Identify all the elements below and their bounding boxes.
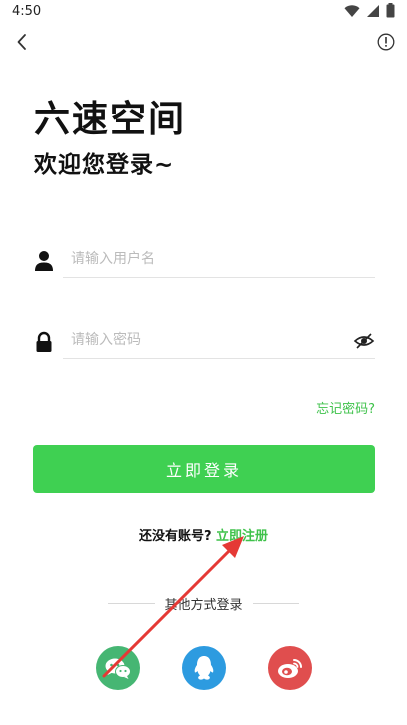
wechat-icon: [105, 658, 131, 679]
username-input[interactable]: [63, 241, 375, 277]
weibo-icon: [278, 659, 302, 678]
eye-off-icon[interactable]: [353, 330, 375, 352]
password-field: [34, 322, 375, 362]
login-button[interactable]: 立即登录: [33, 445, 375, 493]
battery-icon: [386, 3, 395, 18]
lock-icon: [36, 331, 52, 352]
user-icon: [35, 251, 53, 271]
status-icons: [344, 3, 395, 18]
register-prompt: 还没有账号?: [138, 529, 212, 544]
wifi-icon: [344, 4, 360, 17]
top-bar: [0, 24, 407, 60]
welcome-text: 欢迎您登录~: [34, 152, 175, 178]
weibo-login-button[interactable]: [268, 646, 312, 690]
back-button[interactable]: [10, 30, 34, 54]
chevron-left-icon: [17, 34, 26, 50]
username-underline: [63, 277, 375, 278]
qq-login-button[interactable]: [182, 646, 226, 690]
wechat-login-button[interactable]: [96, 646, 140, 690]
forgot-password-link[interactable]: 忘记密码?: [316, 398, 375, 417]
register-link[interactable]: 立即注册: [216, 529, 268, 544]
info-button[interactable]: [375, 31, 397, 53]
other-login-divider: 其他方式登录: [108, 594, 300, 613]
register-row: 还没有账号? 立即注册: [0, 525, 407, 544]
divider-left: [108, 602, 155, 604]
username-field: [34, 241, 375, 281]
password-underline: [63, 358, 375, 359]
divider-right: [252, 602, 300, 604]
signal-icon: [367, 4, 379, 17]
app-title: 六速空间: [34, 99, 187, 140]
info-icon: [377, 33, 395, 51]
status-time: 4:50: [12, 4, 42, 19]
status-bar: 4:50: [0, 0, 407, 24]
password-input[interactable]: [63, 322, 375, 358]
other-login-title: 其他方式登录: [164, 597, 243, 613]
qq-icon: [194, 656, 214, 680]
